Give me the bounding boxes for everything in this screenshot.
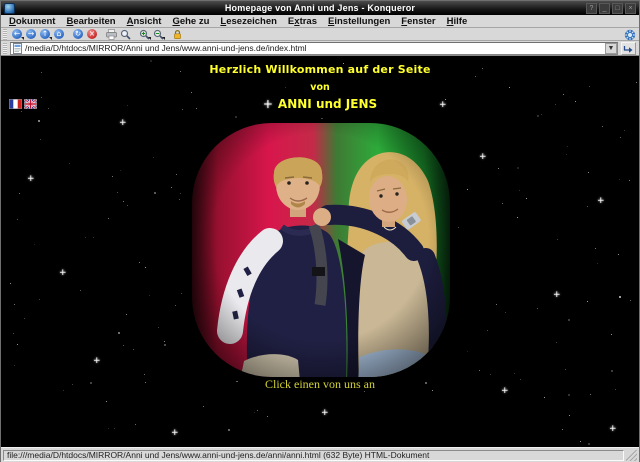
toolbar-drag-handle[interactable] (3, 29, 7, 40)
menu-item-fenster[interactable]: Fenster (401, 16, 435, 27)
reload-circle-icon: ↻ (73, 29, 83, 39)
help-window-button[interactable]: ? (586, 3, 597, 14)
language-flags (9, 99, 37, 109)
zoom-out-button[interactable] (151, 28, 165, 40)
reload-button[interactable]: ↻ (71, 28, 85, 40)
browser-viewport: ++++++++++++ Herzlich Willkommen auf der… (1, 56, 639, 447)
forward-button[interactable]: → (24, 28, 38, 40)
back-button[interactable]: ← (10, 28, 24, 40)
minimize-button[interactable]: _ (599, 3, 610, 14)
konqueror-window: Homepage von Anni und Jens - Konqueror ?… (0, 0, 640, 462)
menu-item-dokument[interactable]: Dokument (9, 16, 55, 27)
sparkle-star-icon: + (263, 97, 273, 111)
resize-grip[interactable] (626, 450, 637, 461)
status-bar: file:///media/D/htdocs/MIRROR/Anni und J… (1, 447, 639, 462)
menu-item-lesezeichen[interactable]: Lesezeichen (220, 16, 277, 27)
padlock-icon (172, 29, 183, 40)
menu-item-hilfe[interactable]: Hilfe (447, 16, 468, 27)
menu-item-einstellungen[interactable]: Einstellungen (328, 16, 390, 27)
konqueror-icon (4, 3, 15, 14)
title-bar[interactable]: Homepage von Anni und Jens - Konqueror ?… (1, 1, 639, 15)
home-circle-icon: ⌂ (54, 29, 64, 39)
click-caption-link[interactable]: Click einen von uns an (1, 377, 639, 392)
arrow-right-circle-icon: → (26, 29, 36, 39)
zoom-out-dropdown-icon (162, 37, 165, 40)
menu-item-gehe-zu[interactable]: Gehe zu (172, 16, 209, 27)
page-heading: Herzlich Willkommen auf der Seite von +A… (1, 63, 639, 111)
up-button[interactable]: ↑ (38, 28, 52, 40)
status-text: file:///media/D/htdocs/MIRROR/Anni und J… (3, 450, 624, 461)
location-field[interactable]: /media/D/htdocs/MIRROR/Anni und Jens/www… (10, 42, 618, 55)
names-line: +ANNI und JENS (1, 97, 639, 111)
main-toolbar: ← → ↑ ⌂ ↻ × (1, 28, 639, 41)
maximize-button[interactable]: □ (612, 3, 623, 14)
printer-icon (106, 29, 117, 40)
address-bar: /media/D/htdocs/MIRROR/Anni und Jens/www… (1, 41, 639, 56)
location-input[interactable]: /media/D/htdocs/MIRROR/Anni und Jens/www… (25, 43, 605, 53)
zoom-in-button[interactable] (137, 28, 151, 40)
close-button[interactable]: × (625, 3, 636, 14)
menu-item-bearbeiten[interactable]: Bearbeiten (66, 16, 115, 27)
addressbar-drag-handle[interactable] (3, 43, 7, 54)
html-file-icon (13, 43, 22, 54)
anni-jens-photo[interactable] (186, 119, 456, 381)
von-line: von (1, 82, 639, 93)
window-buttons: ? _ □ × (586, 3, 636, 14)
welcome-line: Herzlich Willkommen auf der Seite (1, 63, 639, 76)
flag-france[interactable] (9, 99, 22, 109)
menu-item-extras[interactable]: Extras (288, 16, 317, 27)
flag-united-kingdom[interactable] (24, 99, 37, 109)
menu-item-ansicht[interactable]: Ansicht (127, 16, 162, 27)
home-button[interactable]: ⌂ (52, 28, 66, 40)
location-dropdown-button[interactable]: ▼ (605, 43, 617, 54)
kde-gear-icon (624, 28, 636, 46)
stop-button[interactable]: × (85, 28, 99, 40)
magnifier-icon (120, 29, 131, 40)
menu-bar: Dokument Bearbeiten Ansicht Gehe zu Lesezeic… (1, 15, 639, 28)
window-title: Homepage von Anni und Jens - Konqueror (1, 3, 639, 13)
zoom-fit-button[interactable] (118, 28, 132, 40)
security-lock-button[interactable] (170, 28, 184, 40)
print-button[interactable] (104, 28, 118, 40)
stop-circle-icon: × (87, 29, 97, 39)
